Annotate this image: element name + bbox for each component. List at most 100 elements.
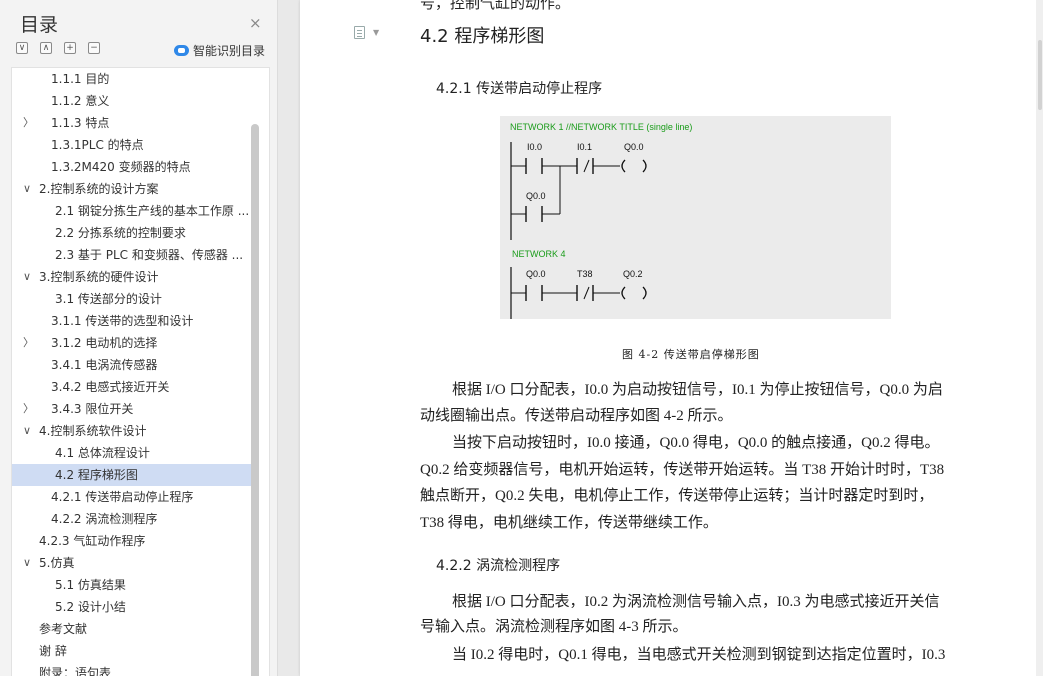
paragraph-line: 触点断开，Q0.2 失电，电机停止工作，传送带停止运转；当计时器定时到时，	[420, 488, 934, 504]
toc-item[interactable]: 谢 辞	[12, 640, 252, 662]
page-scrollbar-thumb[interactable]	[1038, 40, 1042, 110]
close-icon[interactable]: ×	[249, 14, 262, 32]
toc-item-label: 4.控制系统软件设计	[39, 424, 147, 438]
smart-toc-button[interactable]: 智能识别目录	[174, 42, 265, 59]
toc-item-label: 附录：语句表	[39, 666, 112, 676]
coil-q02-label: Q0.2	[623, 269, 643, 279]
toc-item[interactable]: 3.4.2 电感式接近开关	[12, 376, 252, 398]
heading-4-2-1: 4.2.1 传送带启动停止程序	[436, 81, 603, 97]
chevron-right-icon[interactable]: 〉	[23, 112, 34, 134]
toc-item-label: 3.4.2 电感式接近开关	[51, 380, 170, 394]
toc-item[interactable]: 〉 3.1.2 电动机的选择	[12, 332, 252, 354]
ladder-diagram-svg: NETWORK 1 //NETWORK TITLE (single line) …	[510, 122, 692, 319]
heading-4-2: 4.2 程序梯形图	[420, 26, 545, 47]
toc-item[interactable]: ∨ 5.仿真	[12, 552, 252, 574]
toc-item[interactable]: 1.3.1PLC 的特点	[12, 134, 252, 156]
toc-item[interactable]: 1.3.2M420 变频器的特点	[12, 156, 252, 178]
chevron-down-icon[interactable]: ▼	[373, 28, 379, 37]
coil-q00-right	[642, 159, 647, 173]
chevron-down-icon[interactable]: ∨	[23, 266, 31, 288]
toc-item[interactable]: 5.1 仿真结果	[12, 574, 252, 596]
contact-i00-label: I0.0	[527, 142, 542, 152]
paragraph-line: 当 I0.2 得电时，Q0.1 得电，当电感式开关检测到钢锭到达指定位置时，I0…	[452, 647, 946, 663]
toc-item[interactable]: 1.1.2 意义	[12, 90, 252, 112]
toc-scrollbar[interactable]	[251, 124, 259, 676]
paragraph-line: T38 得电，电机继续工作，传送带继续工作。	[420, 515, 718, 531]
toc-list: 1.1.1 目的 1.1.2 意义〉 1.1.3 特点 1.3.1PLC 的特点 1.3…	[11, 67, 270, 676]
toc-item[interactable]: 5.2 设计小结	[12, 596, 252, 618]
toc-item[interactable]: 附录：语句表	[12, 662, 252, 676]
toc-item[interactable]: 4.2.3 气缸动作程序	[12, 530, 252, 552]
contact-t38-slash	[583, 286, 590, 300]
toc-item-label: 4.1 总体流程设计	[55, 446, 150, 460]
paragraph-line: Q0.2 给变频器信号，电机开始运转，传送带开始运转。当 T38 开始计时时，T…	[420, 462, 945, 478]
paragraph-line: 根据 I/O 口分配表，I0.0 为启动按钮信号，I0.1 为停止按钮信号，Q0…	[452, 382, 943, 398]
contact-q00-n4-label: Q0.0	[526, 269, 546, 279]
toc-item[interactable]: 2.2 分拣系统的控制要求	[12, 222, 252, 244]
toc-item[interactable]: ∨ 3.控制系统的硬件设计	[12, 266, 252, 288]
toc-panel: 目录 × ∨ ∧ + − 智能识别目录 1.1.1 目的 1.1.2 意义〉 1.1…	[0, 0, 278, 676]
coil-q02-left	[621, 286, 626, 300]
heading-4-2-2: 4.2.2 涡流检测程序	[436, 558, 561, 574]
toc-item-label: 1.1.1 目的	[51, 72, 110, 86]
toc-item-label: 5.2 设计小结	[55, 600, 126, 614]
toc-item-label: 3.1.1 传送带的选型和设计	[51, 314, 194, 328]
network-4-title: NETWORK 4	[512, 249, 566, 259]
expand-up-icon[interactable]: ∧	[40, 42, 52, 54]
contact-q00-label: Q0.0	[526, 191, 546, 201]
toc-item-label: 1.3.2M420 变频器的特点	[51, 160, 191, 174]
toc-item-label: 1.1.3 特点	[51, 116, 110, 130]
toc-item-label: 参考文献	[39, 622, 88, 636]
chevron-right-icon[interactable]: 〉	[23, 332, 34, 354]
toc-item[interactable]: 3.1.1 传送带的选型和设计	[12, 310, 252, 332]
contact-i01-label: I0.1	[577, 142, 592, 152]
toc-title: 目录	[20, 14, 59, 36]
toc-item[interactable]: 〉 3.4.3 限位开关	[12, 398, 252, 420]
toc-item[interactable]: 2.3 基于 PLC 和变频器、传感器 ...	[12, 244, 252, 266]
contact-t38-label: T38	[577, 269, 593, 279]
paragraph-line: 根据 I/O 口分配表，I0.2 为涡流检测信号输入点，I0.3 为电感式接近开…	[452, 594, 940, 610]
paragraph-line: 号输入点。涡流检测程序如图 4-3 所示。	[420, 619, 688, 635]
toc-item-label: 4.2.1 传送带启动停止程序	[51, 490, 194, 504]
collapse-all-icon[interactable]: ∨	[16, 42, 28, 54]
contact-i01-slash	[583, 159, 590, 173]
toc-item[interactable]: ∨ 4.控制系统软件设计	[12, 420, 252, 442]
toc-item[interactable]: 3.1 传送部分的设计	[12, 288, 252, 310]
toc-item[interactable]: 1.1.1 目的	[12, 68, 252, 90]
add-heading-icon[interactable]: +	[64, 42, 76, 54]
paragraph-line: 动线圈输出点。传送带启动程序如图 4-2 所示。	[420, 408, 733, 424]
toc-item[interactable]: 2.1 钢锭分拣生产线的基本工作原 ...	[12, 200, 252, 222]
ladder-diagram-figure: NETWORK 1 //NETWORK TITLE (single line) …	[500, 116, 891, 319]
paragraph-line: 当按下启动按钮时，I0.0 接通，Q0.0 得电，Q0.0 的触点接通，Q0.2…	[452, 435, 940, 451]
toc-item-label: 5.1 仿真结果	[55, 578, 126, 592]
toc-item-label: 3.1.2 电动机的选择	[51, 336, 158, 350]
toc-item[interactable]: 〉 1.1.3 特点	[12, 112, 252, 134]
page-icon[interactable]	[354, 26, 365, 39]
toc-item-label: 3.4.3 限位开关	[51, 402, 134, 416]
remove-heading-icon[interactable]: −	[88, 42, 100, 54]
toc-item-label: 1.1.2 意义	[51, 94, 110, 108]
toc-item-label: 3.控制系统的硬件设计	[39, 270, 159, 284]
document-page	[300, 0, 1036, 676]
chevron-down-icon[interactable]: ∨	[23, 552, 31, 574]
toc-item[interactable]: 参考文献	[12, 618, 252, 640]
word-viewer-window: 目录 × ∨ ∧ + − 智能识别目录 1.1.1 目的 1.1.2 意义〉 1.1…	[0, 0, 1043, 676]
toc-item-label: 谢 辞	[39, 644, 67, 658]
toc-item[interactable]: 4.2.1 传送带启动停止程序	[12, 486, 252, 508]
toc-item-label: 4.2.3 气缸动作程序	[39, 534, 146, 548]
chevron-down-icon[interactable]: ∨	[23, 178, 31, 200]
toc-item[interactable]: 3.4.1 电涡流传感器	[12, 354, 252, 376]
toc-item[interactable]: ∨ 2.控制系统的设计方案	[12, 178, 252, 200]
chevron-right-icon[interactable]: 〉	[23, 398, 34, 420]
toc-item[interactable]: 4.1 总体流程设计	[12, 442, 252, 464]
toc-item-label: 4.2.2 涡流检测程序	[51, 512, 158, 526]
toc-item-label: 2.2 分拣系统的控制要求	[55, 226, 186, 240]
figure-caption: 图 4-2 传送带启停梯形图	[622, 348, 760, 361]
toc-item-label: 2.1 钢锭分拣生产线的基本工作原 ...	[55, 204, 250, 218]
toc-item[interactable]: 4.2.2 涡流检测程序	[12, 508, 252, 530]
toc-item[interactable]: 4.2 程序梯形图	[12, 464, 252, 486]
coil-q00-left	[621, 159, 626, 173]
toc-item-label: 4.2 程序梯形图	[55, 468, 138, 482]
chevron-down-icon[interactable]: ∨	[23, 420, 31, 442]
coil-q00-label: Q0.0	[624, 142, 644, 152]
